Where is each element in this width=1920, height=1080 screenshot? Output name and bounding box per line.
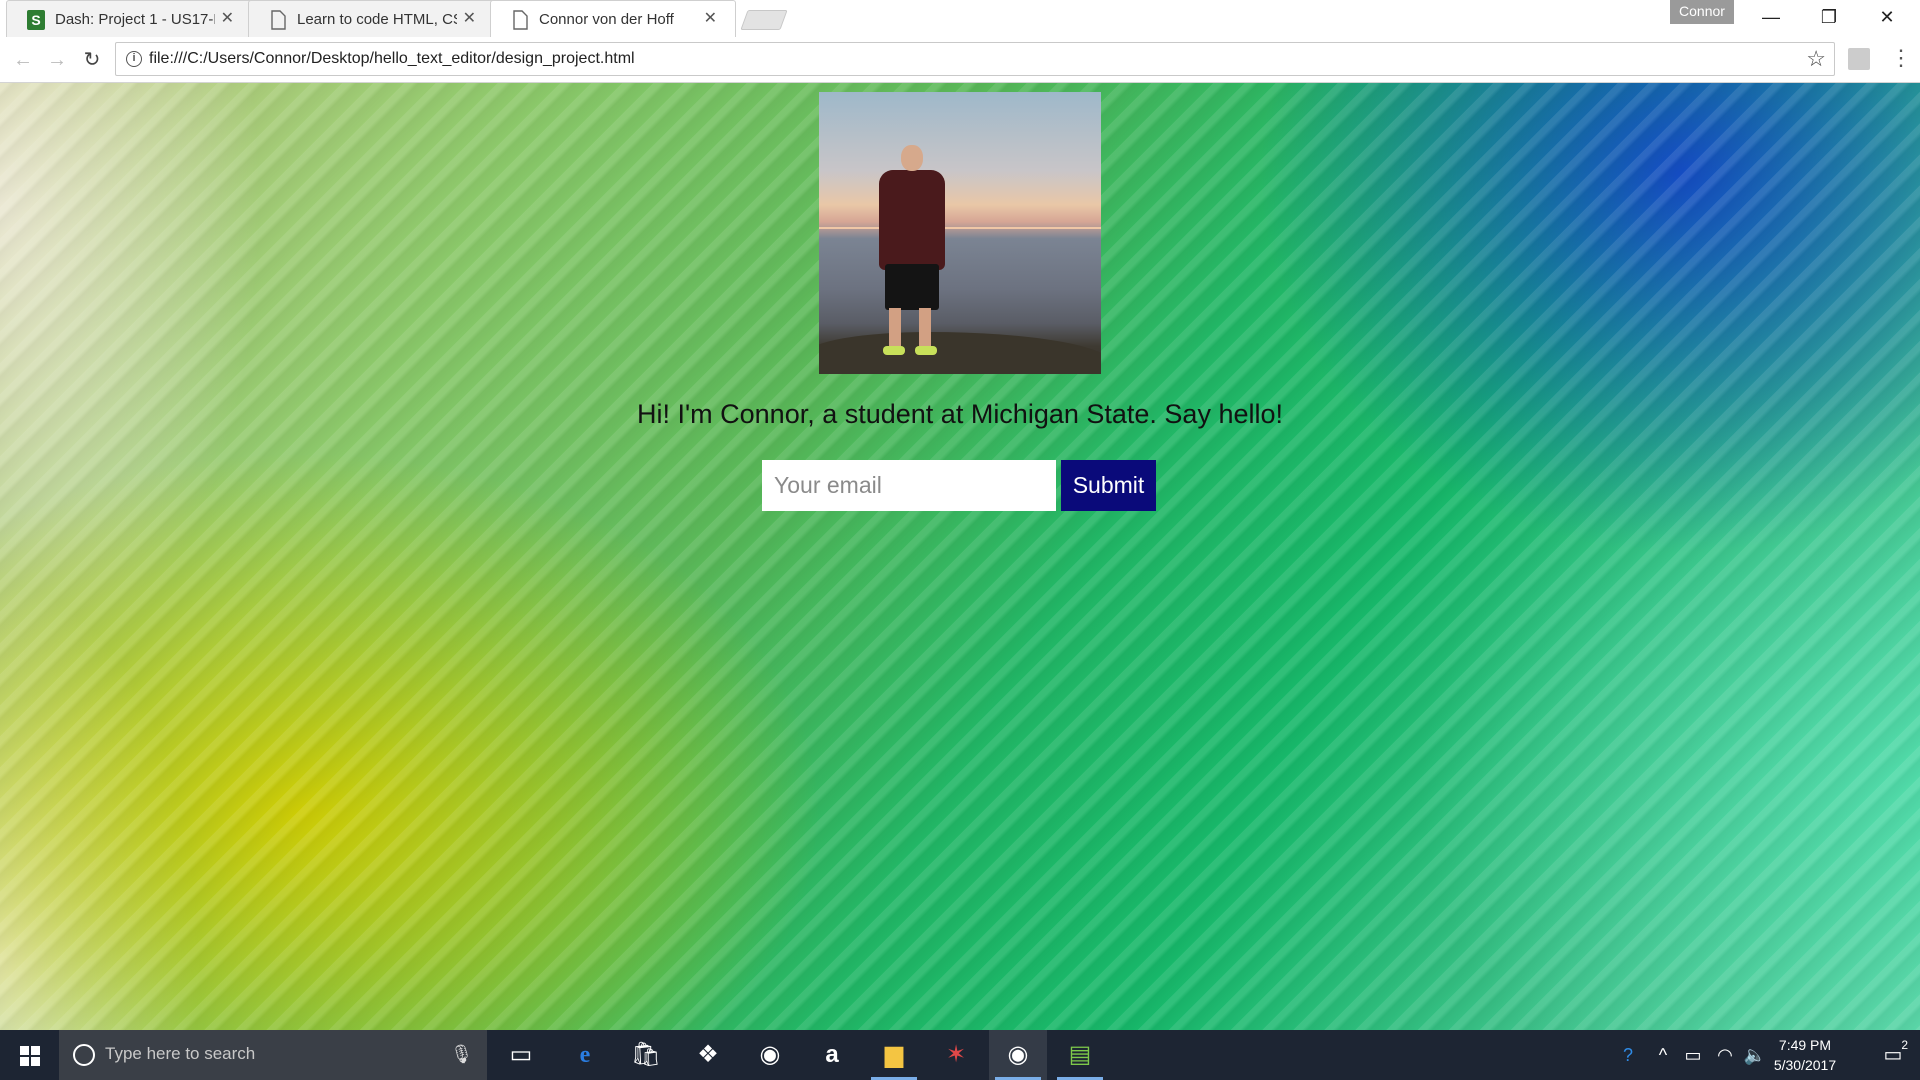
tab-dash-project[interactable]: S Dash: Project 1 - US17-M ✕ — [6, 0, 253, 37]
menu-icon[interactable]: ⋮ — [1890, 47, 1912, 69]
forward-icon[interactable]: → — [44, 47, 70, 73]
tab-close-icon[interactable]: ✕ — [463, 10, 476, 28]
tab-title: Learn to code HTML, CSS — [297, 11, 457, 28]
start-button[interactable] — [0, 1030, 58, 1080]
reload-icon[interactable]: ↻ — [79, 47, 105, 73]
taskbar-search[interactable]: Type here to search 🎙 — [59, 1030, 487, 1080]
clock-time: 7:49 PM — [1778, 1037, 1832, 1053]
file-explorer-icon[interactable]: ▆ — [865, 1030, 923, 1080]
tab-learn-to-code[interactable]: Learn to code HTML, CSS ✕ — [248, 0, 495, 37]
omnibox[interactable]: i file:///C:/Users/Connor/Desktop/hello_… — [115, 42, 1835, 76]
profile-photo — [819, 92, 1101, 374]
browser-tab-bar: S Dash: Project 1 - US17-M ✕ Learn to co… — [0, 0, 1920, 37]
notepad-icon[interactable]: ▤ — [1051, 1030, 1109, 1080]
minimize-icon[interactable]: — — [1742, 0, 1800, 36]
address-bar-row: ← → ↻ i file:///C:/Users/Connor/Desktop/… — [0, 37, 1920, 83]
tab-connor-von-der-hoff[interactable]: Connor von der Hoff ✕ — [490, 0, 736, 37]
bookmark-star-icon[interactable]: ☆ — [1806, 46, 1826, 72]
tab-close-icon[interactable]: ✕ — [221, 10, 234, 28]
email-input[interactable] — [762, 460, 1056, 511]
submit-button[interactable]: Submit — [1061, 460, 1156, 511]
close-window-icon[interactable]: ✕ — [1858, 0, 1916, 36]
page-background: Hi! I'm Connor, a student at Michigan St… — [0, 83, 1920, 1030]
store-icon[interactable]: 🛍 — [617, 1030, 675, 1080]
clock-date: 5/30/2017 — [1773, 1057, 1837, 1073]
profile-button[interactable]: Connor — [1670, 0, 1734, 24]
cortana-icon — [73, 1044, 95, 1066]
wifi-icon[interactable]: ◠ — [1710, 1030, 1740, 1080]
tab-close-icon[interactable]: ✕ — [704, 10, 717, 28]
system-clock[interactable]: 7:49 PM 5/30/2017 — [1770, 1035, 1840, 1075]
info-icon[interactable]: i — [126, 51, 142, 67]
spider-icon[interactable]: ✶ — [927, 1030, 985, 1080]
chevron-up-icon[interactable]: ^ — [1650, 1030, 1676, 1080]
search-placeholder: Type here to search — [105, 1044, 256, 1063]
windows-logo-icon — [20, 1046, 40, 1066]
restore-icon[interactable]: ❐ — [1800, 0, 1858, 36]
extension-icon[interactable] — [1848, 48, 1870, 70]
task-view-icon[interactable]: ▭ — [492, 1030, 550, 1080]
tab-title: Connor von der Hoff — [539, 11, 674, 28]
volume-icon[interactable]: 🔈 — [1740, 1030, 1770, 1080]
windows-taskbar: Type here to search 🎙 ▭ e 🛍 ❖ ◉ a ▆ ✶ ◉ … — [0, 1030, 1920, 1080]
url-text[interactable]: file:///C:/Users/Connor/Desktop/hello_te… — [149, 50, 635, 68]
help-icon[interactable]: ? — [1610, 1030, 1646, 1080]
chrome-active-icon[interactable]: ◉ — [989, 1030, 1047, 1080]
notification-count: 2 — [1901, 1038, 1908, 1052]
amazon-icon[interactable]: a — [803, 1030, 861, 1080]
dropbox-icon[interactable]: ❖ — [679, 1030, 737, 1080]
chrome-icon[interactable]: ◉ — [741, 1030, 799, 1080]
svg-text:S: S — [31, 12, 40, 28]
tab-title: Dash: Project 1 - US17-M — [55, 11, 215, 28]
back-icon[interactable]: ← — [10, 47, 36, 73]
notification-center-icon[interactable]: ▭ 2 — [1866, 1030, 1920, 1080]
edge-icon[interactable]: e — [556, 1030, 614, 1080]
battery-icon[interactable]: ▭ — [1678, 1030, 1708, 1080]
microphone-icon[interactable]: 🎙 — [450, 1044, 473, 1065]
new-tab-button[interactable] — [740, 10, 788, 30]
s-icon: S — [27, 10, 45, 30]
page-icon — [513, 10, 528, 30]
page-icon — [271, 10, 286, 30]
intro-text: Hi! I'm Connor, a student at Michigan St… — [637, 399, 1283, 429]
